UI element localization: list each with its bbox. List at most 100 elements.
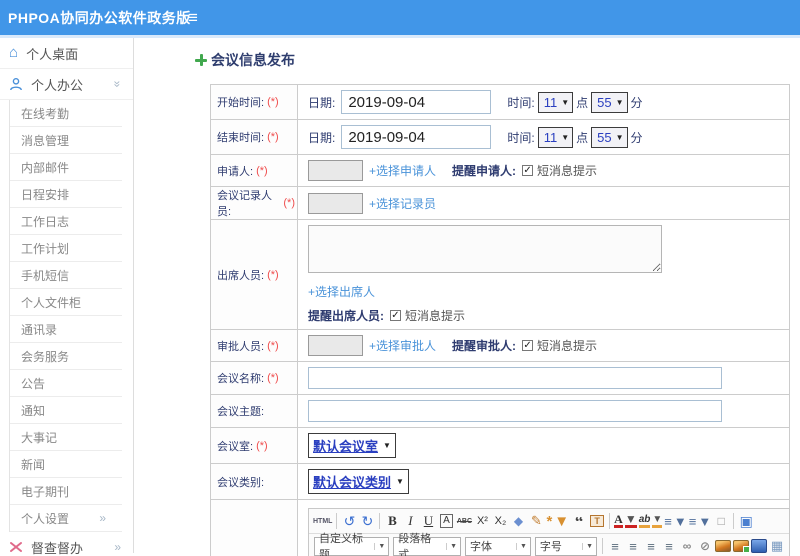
fullscreen-button[interactable]: ▣	[738, 512, 754, 530]
sms-checkbox[interactable]	[390, 310, 401, 321]
sidebar-item[interactable]: 会务服务	[10, 343, 122, 370]
sidebar-item[interactable]: 大事记	[10, 424, 122, 451]
paste-text-button[interactable]: T	[589, 512, 605, 530]
sidebar-item[interactable]: 公告	[10, 370, 122, 397]
select-arrow-icon: ▼	[561, 97, 570, 107]
font-size-select[interactable]: 字号 ▼	[534, 536, 598, 556]
choose-approver-link[interactable]: +选择审批人	[369, 337, 436, 354]
paragraph-format-select[interactable]: 段落格式 ▼	[393, 533, 462, 556]
form-row-meeting-subject: 会议主题:	[211, 395, 789, 428]
sidebar-item-label: 公告	[21, 376, 46, 391]
sidebar-item[interactable]: 手机短信	[10, 262, 122, 289]
new-page-button[interactable]: □	[713, 512, 729, 530]
sidebar: ⌂ 个人桌面 个人办公 » 在线考勤 消息管理 内部邮件 日程安排 工作日志 工作计划 手机…	[0, 38, 134, 556]
toolbar-separator	[379, 513, 381, 529]
redo-button[interactable]: ↻	[359, 512, 375, 530]
start-minute-select[interactable]: 55 ▼	[591, 91, 628, 113]
sidebar-item-label: 个人设置	[21, 511, 70, 526]
sms-checkbox[interactable]	[522, 340, 534, 351]
sidebar-item[interactable]: 通知	[10, 397, 122, 424]
meeting-name-input[interactable]	[308, 367, 722, 389]
sms-label: 短消息提示	[537, 164, 598, 178]
approver-input[interactable]	[308, 335, 363, 356]
hamburger-icon[interactable]: ≡	[188, 8, 198, 28]
font-family-select[interactable]: 字体 ▼	[465, 536, 531, 556]
autotypeset-button[interactable]: * ▼	[546, 512, 569, 530]
sidebar-item[interactable]: 电子期刊	[10, 478, 122, 505]
meeting-category-select[interactable]: 默认会议类别 ▼	[308, 469, 409, 494]
minute-suffix: 分	[630, 95, 643, 110]
start-hour-select[interactable]: 11 ▼	[537, 91, 574, 113]
insert-media-button[interactable]	[751, 539, 767, 553]
end-hour-select[interactable]: 11 ▼	[537, 126, 574, 148]
subscript-button[interactable]: X₂	[492, 512, 508, 530]
strikethrough-button[interactable]: ABC	[456, 512, 472, 530]
align-justify-button[interactable]: ≡	[661, 537, 677, 555]
undo-button[interactable]: ↺	[341, 512, 357, 530]
link-button[interactable]: ∞	[679, 537, 695, 555]
align-left-button[interactable]: ≡	[607, 537, 623, 555]
sidebar-item[interactable]: 新闻	[10, 451, 122, 478]
upload-image-button[interactable]	[733, 540, 750, 553]
html-source-button[interactable]: HTML	[313, 512, 332, 530]
meeting-room-select[interactable]: 默认会议室 ▼	[308, 433, 396, 458]
end-minute-select[interactable]: 55 ▼	[591, 126, 628, 148]
sidebar-item[interactable]: 工作日志	[10, 208, 122, 235]
eraser-button[interactable]: ◆	[510, 512, 526, 530]
toolbar-separator	[336, 513, 338, 529]
form-row-end-time: 结束时间: (*) 日期: 时间: 11▼ 点 55▼ 分	[211, 120, 789, 155]
minute-suffix: 分	[630, 130, 643, 145]
attendees-textarea[interactable]	[308, 225, 662, 273]
end-date-input[interactable]	[341, 125, 492, 149]
sidebar-item[interactable]: 日程安排	[10, 181, 122, 208]
dropdown-arrow-icon: ▼	[446, 542, 460, 550]
bold-button[interactable]: B	[384, 512, 400, 530]
insert-image-button[interactable]	[715, 540, 731, 552]
fontstyle-button[interactable]: A	[438, 512, 454, 530]
unlink-button[interactable]: ⊘	[697, 537, 713, 555]
add-icon	[195, 54, 207, 66]
align-center-button[interactable]: ≡	[625, 537, 641, 555]
custom-heading-select[interactable]: 自定义标题 ▼	[314, 533, 390, 556]
unordered-list-button[interactable]: ≡ ▼	[689, 512, 711, 530]
sidebar-item-label: 个人文件柜	[21, 295, 82, 310]
sms-checkbox[interactable]	[522, 165, 534, 176]
sidebar-item[interactable]: 个人文件柜	[10, 289, 122, 316]
superscript-button[interactable]: X²	[474, 512, 490, 530]
sidebar-item[interactable]: 内部邮件	[10, 154, 122, 181]
topbar: PHPOA协同办公软件政务版 ≡	[0, 0, 800, 38]
dropdown-arrow-icon: ▼	[673, 513, 687, 529]
date-label: 日期:	[308, 130, 336, 145]
required-mark: (*)	[267, 96, 279, 108]
sidebar-item-settings[interactable]: 个人设置 »	[10, 505, 122, 532]
form-row-start-time: 开始时间: (*) 日期: 时间: 11▼ 点 55▼ 分	[211, 85, 789, 120]
remind-approver-label: 提醒审批人:	[452, 339, 517, 353]
form-row-approver: 审批人员: (*) +选择审批人 提醒审批人: 短消息提示	[211, 330, 789, 362]
meeting-subject-input[interactable]	[308, 400, 722, 422]
select-arrow-icon: ▼	[615, 132, 624, 142]
italic-button[interactable]: I	[402, 512, 418, 530]
applicant-input[interactable]	[308, 160, 363, 181]
blockquote-button[interactable]: “	[571, 512, 587, 530]
start-date-input[interactable]	[341, 90, 492, 114]
align-right-button[interactable]: ≡	[643, 537, 659, 555]
format-brush-button[interactable]: ✎	[528, 512, 544, 530]
ordered-list-button[interactable]: ≡ ▼	[664, 512, 686, 530]
sidebar-item[interactable]: 消息管理	[10, 127, 122, 154]
underline-button[interactable]: U	[420, 512, 436, 530]
field-label: 审批人员: (*)	[211, 330, 298, 361]
sidebar-item-office[interactable]: 个人办公 »	[0, 69, 133, 100]
sidebar-item-supervise[interactable]: 督查督办 »	[0, 532, 133, 556]
recorder-input[interactable]	[308, 192, 363, 214]
sidebar-item[interactable]: 在线考勤	[10, 100, 122, 127]
highlight-color-button[interactable]: ab ▼	[638, 512, 663, 530]
sidebar-office-submenu: 在线考勤 消息管理 内部邮件 日程安排 工作日志 工作计划 手机短信个人文件柜通讯录 会务服务…	[9, 100, 133, 505]
choose-attendees-link[interactable]: +选择出席人	[308, 285, 375, 299]
sidebar-item[interactable]: 通讯录	[10, 316, 122, 343]
choose-recorder-link[interactable]: +选择记录员	[369, 195, 436, 212]
sidebar-item-desktop[interactable]: ⌂ 个人桌面	[0, 38, 133, 69]
font-color-button[interactable]: A ▼	[614, 512, 637, 530]
insert-table-button[interactable]: ▦	[769, 537, 785, 555]
sidebar-item[interactable]: 工作计划	[10, 235, 122, 262]
choose-applicant-link[interactable]: +选择申请人	[369, 162, 436, 179]
